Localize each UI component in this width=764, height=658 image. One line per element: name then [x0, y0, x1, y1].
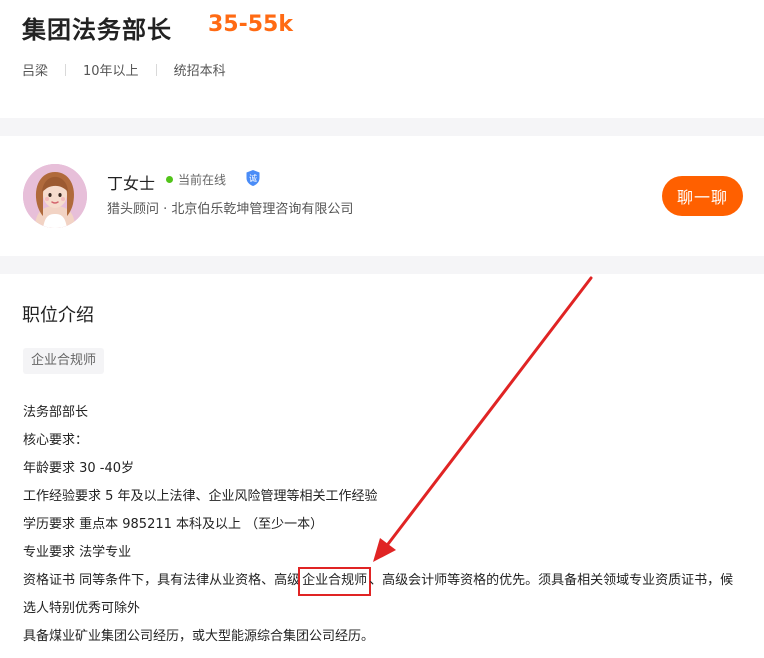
online-dot-icon: [166, 176, 173, 183]
description-line: 年龄要求 30 -40岁: [23, 461, 135, 476]
description-line: 具备煤业矿业集团公司经历，或大型能源综合集团公司经历。: [23, 629, 375, 644]
job-header: 集团法务部长 35-55k 吕梁 10年以上 统招本科: [0, 0, 764, 118]
description-line: 工作经验要求 5 年及以上法律、企业风险管理等相关工作经验: [23, 489, 378, 504]
job-description: 职位介绍 企业合规师 法务部部长 核心要求： 年龄要求 30 -40岁 工作经验…: [0, 274, 764, 658]
verified-badge-text: 诚: [249, 173, 257, 183]
avatar-illustration: [23, 164, 87, 228]
section-gap: [0, 256, 764, 274]
tag-divider: [155, 63, 157, 76]
job-tag-experience: 10年以上: [83, 64, 139, 79]
job-salary: 35-55k: [208, 12, 293, 37]
job-title: 集团法务部长: [22, 16, 172, 44]
description-line: 专业要求 法学专业: [23, 545, 132, 560]
section-gap: [0, 118, 764, 136]
recruiter-card: 丁女士 当前在线 诚 猎头顾问 · 北京伯乐乾坤管理咨询有限公司 聊一聊: [0, 136, 764, 256]
verified-shield-icon: 诚: [246, 170, 260, 186]
keyword-tag[interactable]: 企业合规师: [23, 348, 105, 374]
highlighted-keyword: 企业合规师: [298, 567, 372, 596]
description-line: 学历要求 重点本 985211 本科及以上 （至少一本）: [23, 517, 324, 532]
avatar[interactable]: [23, 164, 87, 228]
section-title: 职位介绍: [22, 305, 94, 326]
tag-divider: [65, 63, 67, 76]
description-line: 法务部部长: [23, 405, 89, 420]
certificate-line: 资格证书 同等条件下，具有法律从业资格、高级 企业合规师 、高级会计师等资格的优先。…: [23, 567, 745, 623]
job-tag-education: 统招本科: [173, 64, 226, 79]
job-tag-location: 吕梁: [22, 64, 49, 79]
description-line: 核心要求：: [23, 433, 89, 448]
description-text: 法务部部长 核心要求： 年龄要求 30 -40岁 工作经验要求 5 年及以上法律…: [23, 399, 745, 651]
recruiter-subtitle: 猎头顾问 · 北京伯乐乾坤管理咨询有限公司: [107, 202, 354, 217]
recruiter-name: 丁女士: [107, 174, 156, 193]
job-tags: 吕梁 10年以上 统招本科: [22, 60, 226, 79]
chat-button[interactable]: 聊一聊: [662, 176, 743, 216]
online-status: 当前在线: [178, 173, 227, 187]
certificate-text-before: 资格证书 同等条件下，具有法律从业资格、高级: [23, 573, 301, 588]
